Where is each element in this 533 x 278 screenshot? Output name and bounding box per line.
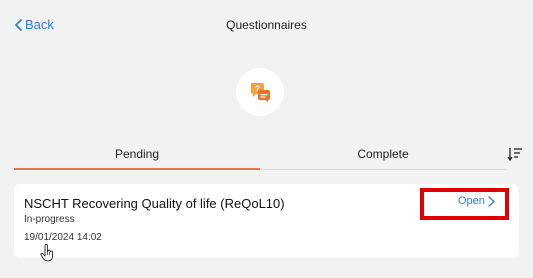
hero-icon-circle: ? bbox=[236, 68, 284, 116]
card-title: NSCHT Recovering Quality of life (ReQoL1… bbox=[24, 196, 285, 211]
tab-pending-label: Pending bbox=[114, 147, 160, 161]
chat-question-icon: ? bbox=[251, 83, 270, 102]
tab-complete-label: Complete bbox=[357, 147, 409, 161]
tab-active-indicator bbox=[14, 168, 260, 170]
tab-bar: Pending Complete bbox=[14, 140, 522, 170]
page-title: Questionnaires bbox=[226, 18, 307, 32]
tab-divider bbox=[260, 169, 506, 170]
tab-complete[interactable]: Complete bbox=[260, 140, 506, 168]
card-status: In-progress bbox=[24, 214, 75, 225]
nav-bar: Back Questionnaires bbox=[0, 0, 533, 48]
open-label: Open bbox=[458, 195, 485, 207]
hand-pointer-icon bbox=[40, 244, 54, 262]
sort-descending-icon[interactable] bbox=[507, 146, 523, 162]
questionnaire-card[interactable]: NSCHT Recovering Quality of life (ReQoL1… bbox=[14, 184, 519, 258]
card-date: 19/01/2024 14:02 bbox=[24, 232, 102, 243]
questionnaires-screen: Back Questionnaires ? Pending Complete N… bbox=[0, 0, 533, 278]
chevron-right-icon bbox=[488, 195, 495, 207]
open-button[interactable]: Open bbox=[458, 195, 495, 207]
tab-pending[interactable]: Pending bbox=[14, 140, 260, 168]
